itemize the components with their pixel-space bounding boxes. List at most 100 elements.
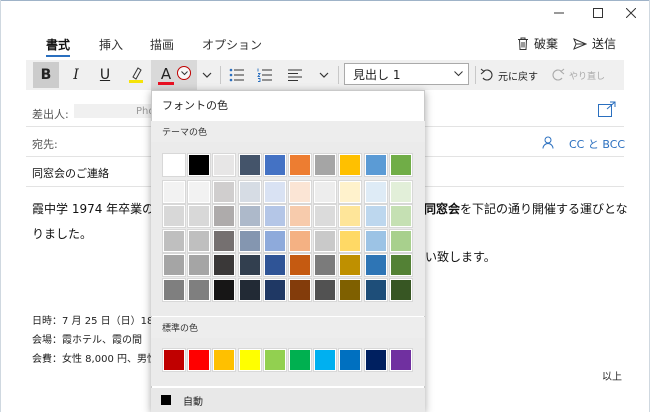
color-swatch[interactable] [238,229,262,253]
color-swatch[interactable] [238,153,262,177]
color-swatch[interactable] [162,278,186,302]
color-swatch[interactable] [212,153,236,177]
bold-button[interactable]: B [33,62,59,88]
color-swatch[interactable] [338,180,362,204]
color-swatch[interactable] [238,204,262,228]
numbered-list-button[interactable] [254,62,276,88]
standard-color-swatch[interactable] [187,348,211,372]
discard-button[interactable]: 破棄 [517,35,558,52]
color-swatch[interactable] [162,180,186,204]
undo-button[interactable]: 元に戻す [480,62,538,88]
discard-label: 破棄 [534,37,559,51]
color-swatch[interactable] [263,204,287,228]
color-swatch[interactable] [187,180,211,204]
color-swatch[interactable] [288,229,312,253]
align-button[interactable] [284,62,306,88]
color-swatch[interactable] [187,253,211,277]
standard-color-swatch[interactable] [162,348,186,372]
color-swatch[interactable] [187,153,211,177]
color-swatch[interactable] [338,153,362,177]
color-swatch[interactable] [288,253,312,277]
font-color-dropdown-button[interactable] [177,66,191,80]
color-swatch[interactable] [162,153,186,177]
color-swatch[interactable] [313,204,337,228]
italic-button[interactable]: I [63,62,89,88]
color-swatch[interactable] [288,278,312,302]
tab-insert[interactable]: 挿入 [99,36,123,53]
maximize-button[interactable] [583,2,613,24]
color-swatch[interactable] [364,204,388,228]
color-swatch[interactable] [338,253,362,277]
color-swatch[interactable] [338,229,362,253]
send-button[interactable]: 送信 [573,35,616,52]
more-format-button[interactable] [198,62,216,88]
color-swatch[interactable] [389,253,413,277]
color-swatch[interactable] [288,180,312,204]
color-swatch[interactable] [364,253,388,277]
popout-button[interactable] [598,101,616,121]
color-swatch[interactable] [389,180,413,204]
standard-color-swatch[interactable] [263,348,287,372]
standard-color-swatch[interactable] [238,348,262,372]
color-swatch[interactable] [389,229,413,253]
chevron-down-icon [454,71,463,77]
color-swatch[interactable] [364,180,388,204]
standard-color-swatch[interactable] [288,348,312,372]
color-swatch[interactable] [263,253,287,277]
color-swatch[interactable] [313,229,337,253]
standard-color-swatch[interactable] [364,348,388,372]
color-swatch[interactable] [389,204,413,228]
standard-color-swatch[interactable] [338,348,362,372]
color-swatch[interactable] [389,153,413,177]
color-swatch[interactable] [187,204,211,228]
color-swatch[interactable] [263,153,287,177]
color-swatch[interactable] [313,278,337,302]
color-swatch[interactable] [263,278,287,302]
color-swatch[interactable] [313,153,337,177]
color-swatch[interactable] [338,278,362,302]
color-swatch[interactable] [263,180,287,204]
color-swatch[interactable] [238,180,262,204]
color-swatch[interactable] [338,204,362,228]
bullet-list-button[interactable] [226,62,248,88]
redo-button[interactable]: やり直し [551,62,605,88]
close-window-button[interactable] [616,2,646,24]
tab-draw[interactable]: 描画 [150,36,174,53]
color-swatch[interactable] [212,278,236,302]
color-swatch[interactable] [238,253,262,277]
contact-icon-button[interactable] [542,134,554,153]
color-swatch[interactable] [212,180,236,204]
color-swatch[interactable] [288,204,312,228]
tab-options[interactable]: オプション [202,36,262,53]
color-swatch[interactable] [212,253,236,277]
color-swatch[interactable] [313,253,337,277]
color-swatch[interactable] [162,253,186,277]
minimize-button[interactable] [544,2,574,24]
heading-style-select[interactable]: 見出し 1 [344,63,469,85]
paragraph-more-button[interactable] [315,62,333,88]
color-swatch[interactable] [313,180,337,204]
color-swatch[interactable] [238,278,262,302]
color-swatch[interactable] [263,229,287,253]
color-swatch[interactable] [162,229,186,253]
color-swatch[interactable] [364,278,388,302]
automatic-color-option[interactable]: 自動 [151,388,425,412]
font-color-button[interactable]: A [154,62,178,88]
color-swatch[interactable] [288,153,312,177]
standard-color-swatch[interactable] [313,348,337,372]
cc-bcc-link[interactable]: CC と BCC [569,136,625,152]
standard-color-swatch[interactable] [389,348,413,372]
color-swatch[interactable] [389,278,413,302]
color-swatch[interactable] [162,204,186,228]
color-swatch[interactable] [187,278,211,302]
tab-format[interactable]: 書式 [46,36,70,53]
standard-color-swatch[interactable] [212,348,236,372]
color-swatch[interactable] [187,229,211,253]
underline-button[interactable]: U [92,62,118,88]
highlight-button[interactable] [123,62,149,88]
color-swatch[interactable] [212,204,236,228]
color-swatch[interactable] [364,153,388,177]
color-swatch[interactable] [364,229,388,253]
color-swatch[interactable] [212,229,236,253]
subject-field[interactable]: 同窓会のご連絡 [32,165,109,181]
